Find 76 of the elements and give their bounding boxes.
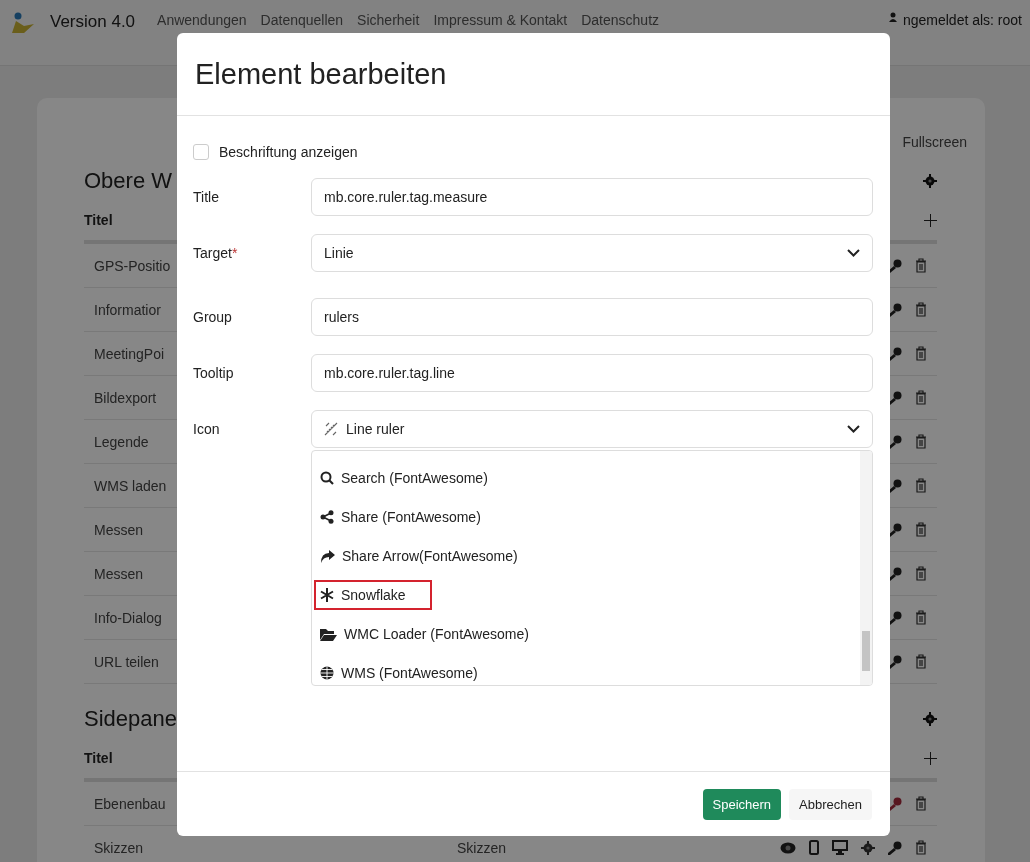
nav-link[interactable]: Datenquellen: [260, 12, 344, 28]
field-label: Target: [193, 245, 232, 261]
share-icon: [320, 510, 334, 524]
version-label: Version 4.0: [50, 12, 136, 32]
required-mark: *: [231, 245, 238, 261]
dropdown-option[interactable]: Share (FontAwesome): [314, 502, 507, 532]
trash-icon[interactable]: [915, 302, 927, 317]
logo-icon: [12, 12, 36, 34]
input-field[interactable]: rulers: [311, 298, 873, 336]
cancel-button[interactable]: Abbrechen: [789, 788, 872, 820]
plus-icon[interactable]: [924, 751, 937, 765]
section-heading: Obere W: [84, 168, 173, 194]
dropdown-option[interactable]: Search (FontAwesome): [314, 463, 514, 493]
table-cell-text: Skizzen: [94, 839, 145, 856]
column-header: Titel: [84, 212, 113, 228]
plus-icon[interactable]: [924, 213, 937, 227]
table-cell-text: Info-Dialog: [94, 609, 163, 626]
checkbox-label: Beschriftung anzeigen: [219, 144, 358, 160]
ruler-icon: [324, 422, 338, 436]
table-cell-text: URL teilen: [94, 653, 160, 670]
fullscreen-link[interactable]: Fullscreen: [902, 134, 967, 150]
nav-link[interactable]: Sicherheit: [357, 12, 420, 28]
save-button[interactable]: Speichern: [702, 788, 782, 820]
field-label: Group: [193, 309, 232, 325]
arrow-icon: [320, 549, 335, 563]
chevron-down-icon: [847, 249, 860, 257]
table-cell: Skizzen: [457, 839, 507, 856]
table-cell-text: GPS-Positio: [94, 257, 172, 274]
trash-icon[interactable]: [915, 478, 927, 493]
scrollbar[interactable]: [860, 451, 872, 685]
checkbox[interactable]: [193, 144, 209, 160]
folder-icon: [320, 627, 337, 641]
trash-icon[interactable]: [915, 522, 927, 537]
eye-icon[interactable]: [780, 841, 796, 854]
search-icon: [320, 471, 334, 485]
dropdown-option[interactable]: Snowflake: [314, 580, 432, 610]
column-header: Titel: [84, 750, 113, 766]
trash-icon[interactable]: [915, 390, 927, 405]
trash-icon[interactable]: [915, 566, 927, 581]
trash-icon[interactable]: [915, 258, 927, 273]
nav-link[interactable]: Impressum & Kontakt: [433, 12, 568, 28]
mobile-icon[interactable]: [809, 840, 819, 855]
field-label: Tooltip: [193, 365, 234, 381]
input-field[interactable]: mb.core.ruler.tag.line: [311, 354, 873, 392]
trash-icon[interactable]: [915, 654, 927, 669]
user-icon: [888, 12, 897, 22]
field-label: Icon: [193, 421, 220, 437]
user-label: ngemeldet als: root: [902, 12, 1022, 28]
table-cell-text: Informatior: [94, 301, 162, 318]
table-cell-text: Messen: [94, 565, 145, 582]
table-cell-text: Ebenenbau: [94, 795, 167, 812]
trash-icon[interactable]: [915, 796, 927, 811]
dialog-title: Element bearbeiten: [195, 57, 447, 91]
table-cell-text: Messen: [94, 521, 145, 538]
table-cell-text: Bildexport: [94, 389, 158, 406]
snowflake-icon: [320, 588, 334, 602]
trash-icon[interactable]: [915, 840, 927, 855]
table-cell-text: Legende: [94, 433, 150, 450]
dropdown-option[interactable]: WMS (FontAwesome): [314, 658, 504, 685]
globe-icon: [320, 666, 334, 680]
select-field[interactable]: Linie: [311, 234, 873, 272]
input-field[interactable]: mb.core.ruler.tag.measure: [311, 178, 873, 216]
dropdown-option[interactable]: Share Arrow(FontAwesome): [314, 541, 544, 571]
field-label: Title: [193, 189, 219, 205]
table-cell-text: WMS laden: [94, 477, 168, 494]
dropdown-option[interactable]: WMC Loader (FontAwesome): [314, 619, 555, 649]
nav-link[interactable]: Anwendungen: [157, 12, 247, 28]
trash-icon[interactable]: [915, 434, 927, 449]
nav-link[interactable]: Datenschutz: [581, 12, 660, 28]
trash-icon[interactable]: [915, 610, 927, 625]
trash-icon[interactable]: [915, 346, 927, 361]
desktop-icon[interactable]: [832, 840, 848, 855]
select-field[interactable]: Line ruler: [311, 410, 873, 448]
section-heading: Sidepane: [84, 706, 177, 732]
chevron-down-icon: [847, 425, 860, 433]
table-cell-text: MeetingPoi: [94, 345, 166, 362]
